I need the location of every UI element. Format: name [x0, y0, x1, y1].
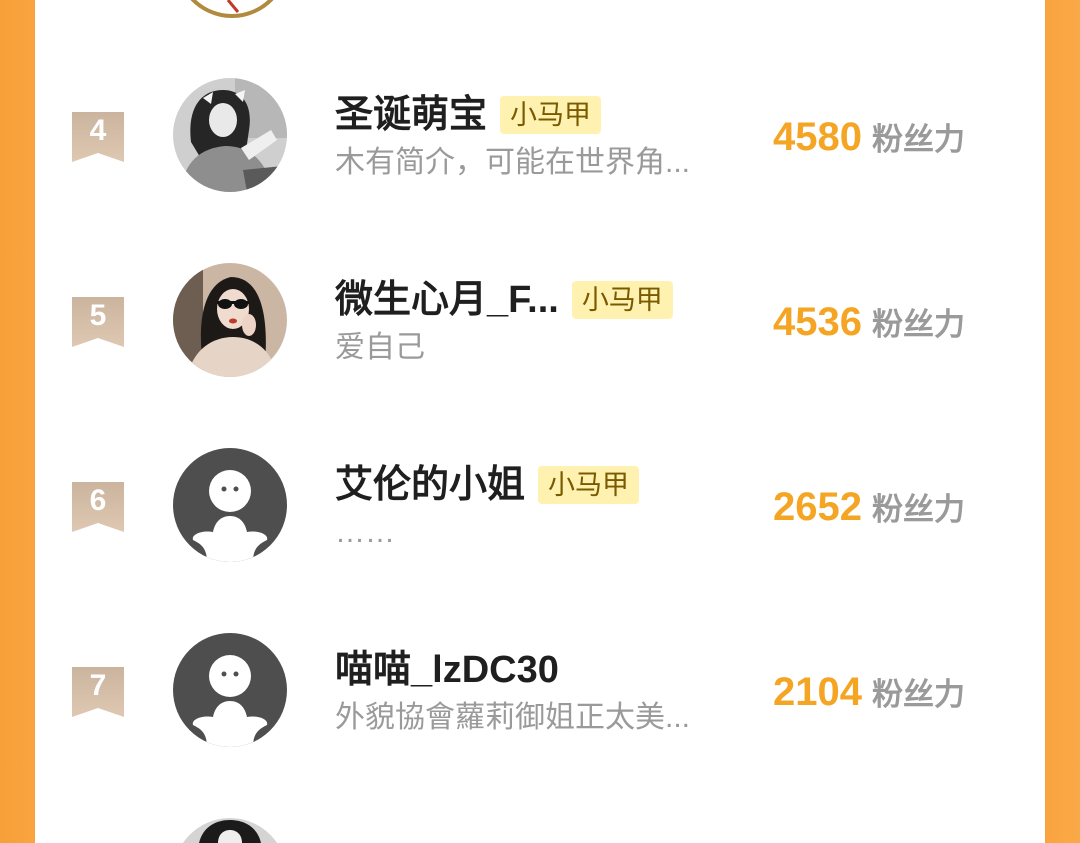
- rank-badge: 6: [72, 482, 124, 532]
- avatar-ring-icon: [190, 0, 274, 18]
- partial-avatar-top[interactable]: [172, 0, 292, 18]
- user-tag: 小马甲: [500, 96, 602, 134]
- user-name: 微生心月_F...: [335, 279, 559, 321]
- fan-score-value: 4580: [773, 115, 862, 159]
- fan-score-value: 4536: [773, 300, 862, 344]
- user-bio: ……: [335, 516, 395, 549]
- fan-score-unit: 粉丝力: [871, 677, 965, 712]
- user-tag: 小马甲: [538, 466, 640, 504]
- avatar[interactable]: [173, 633, 287, 747]
- fan-score: 2104 粉丝力: [773, 669, 965, 715]
- avatar[interactable]: [173, 448, 287, 562]
- fan-score-value: 2652: [773, 485, 862, 529]
- name-line: 微生心月_F... 小马甲: [335, 279, 673, 321]
- ranking-row-7[interactable]: 7 喵喵_lzDC30 外貌協會蘿莉御姐正太美... 2104 粉丝力: [35, 633, 1045, 747]
- partial-avatar-bottom[interactable]: [173, 818, 287, 843]
- user-bio: 木有简介，可能在世界角...: [335, 146, 691, 179]
- user-bio: 爱自己: [335, 331, 425, 364]
- user-name: 圣诞萌宝: [335, 94, 488, 136]
- ranking-row-5[interactable]: 5 微生心月_F... 小马甲 爱自己 4536 粉丝力: [35, 263, 1045, 377]
- name-line: 喵喵_lzDC30: [335, 649, 559, 691]
- user-tag: 小马甲: [571, 281, 673, 319]
- fan-score-unit: 粉丝力: [871, 122, 965, 157]
- user-bio: 外貌協會蘿莉御姐正太美...: [335, 701, 691, 734]
- fan-score-unit: 粉丝力: [871, 492, 965, 527]
- name-line: 圣诞萌宝 小马甲: [335, 94, 602, 136]
- name-line: 艾伦的小姐 小马甲: [335, 464, 640, 506]
- user-name: 喵喵_lzDC30: [335, 649, 559, 691]
- avatar[interactable]: [173, 78, 287, 192]
- default-avatar-icon: [173, 448, 287, 562]
- fan-ranking-page: 4 圣诞萌宝 小马甲 木有简介，可能在世界角... 4580 粉丝力 5 微生心…: [0, 0, 1080, 843]
- rank-badge: 4: [72, 112, 124, 162]
- photo-avatar: [173, 263, 287, 377]
- photo-avatar: [173, 78, 287, 192]
- fan-score-value: 2104: [773, 670, 862, 714]
- ranking-list: 4 圣诞萌宝 小马甲 木有简介，可能在世界角... 4580 粉丝力 5 微生心…: [35, 0, 1045, 843]
- ranking-row-4[interactable]: 4 圣诞萌宝 小马甲 木有简介，可能在世界角... 4580 粉丝力: [35, 78, 1045, 192]
- default-avatar-icon: [173, 633, 287, 747]
- user-name: 艾伦的小姐: [335, 464, 526, 506]
- ranking-row-6[interactable]: 6 艾伦的小姐 小马甲 …… 2652 粉丝力: [35, 448, 1045, 562]
- fan-score-unit: 粉丝力: [871, 307, 965, 342]
- rank-badge: 7: [72, 667, 124, 717]
- fan-score: 2652 粉丝力: [773, 484, 965, 530]
- rank-badge: 5: [72, 297, 124, 347]
- fan-score: 4580 粉丝力: [773, 114, 965, 160]
- fan-score: 4536 粉丝力: [773, 299, 965, 345]
- avatar[interactable]: [173, 263, 287, 377]
- frame-left-border: [0, 0, 35, 843]
- frame-right-border: [1045, 0, 1080, 843]
- photo-avatar: [182, 818, 278, 843]
